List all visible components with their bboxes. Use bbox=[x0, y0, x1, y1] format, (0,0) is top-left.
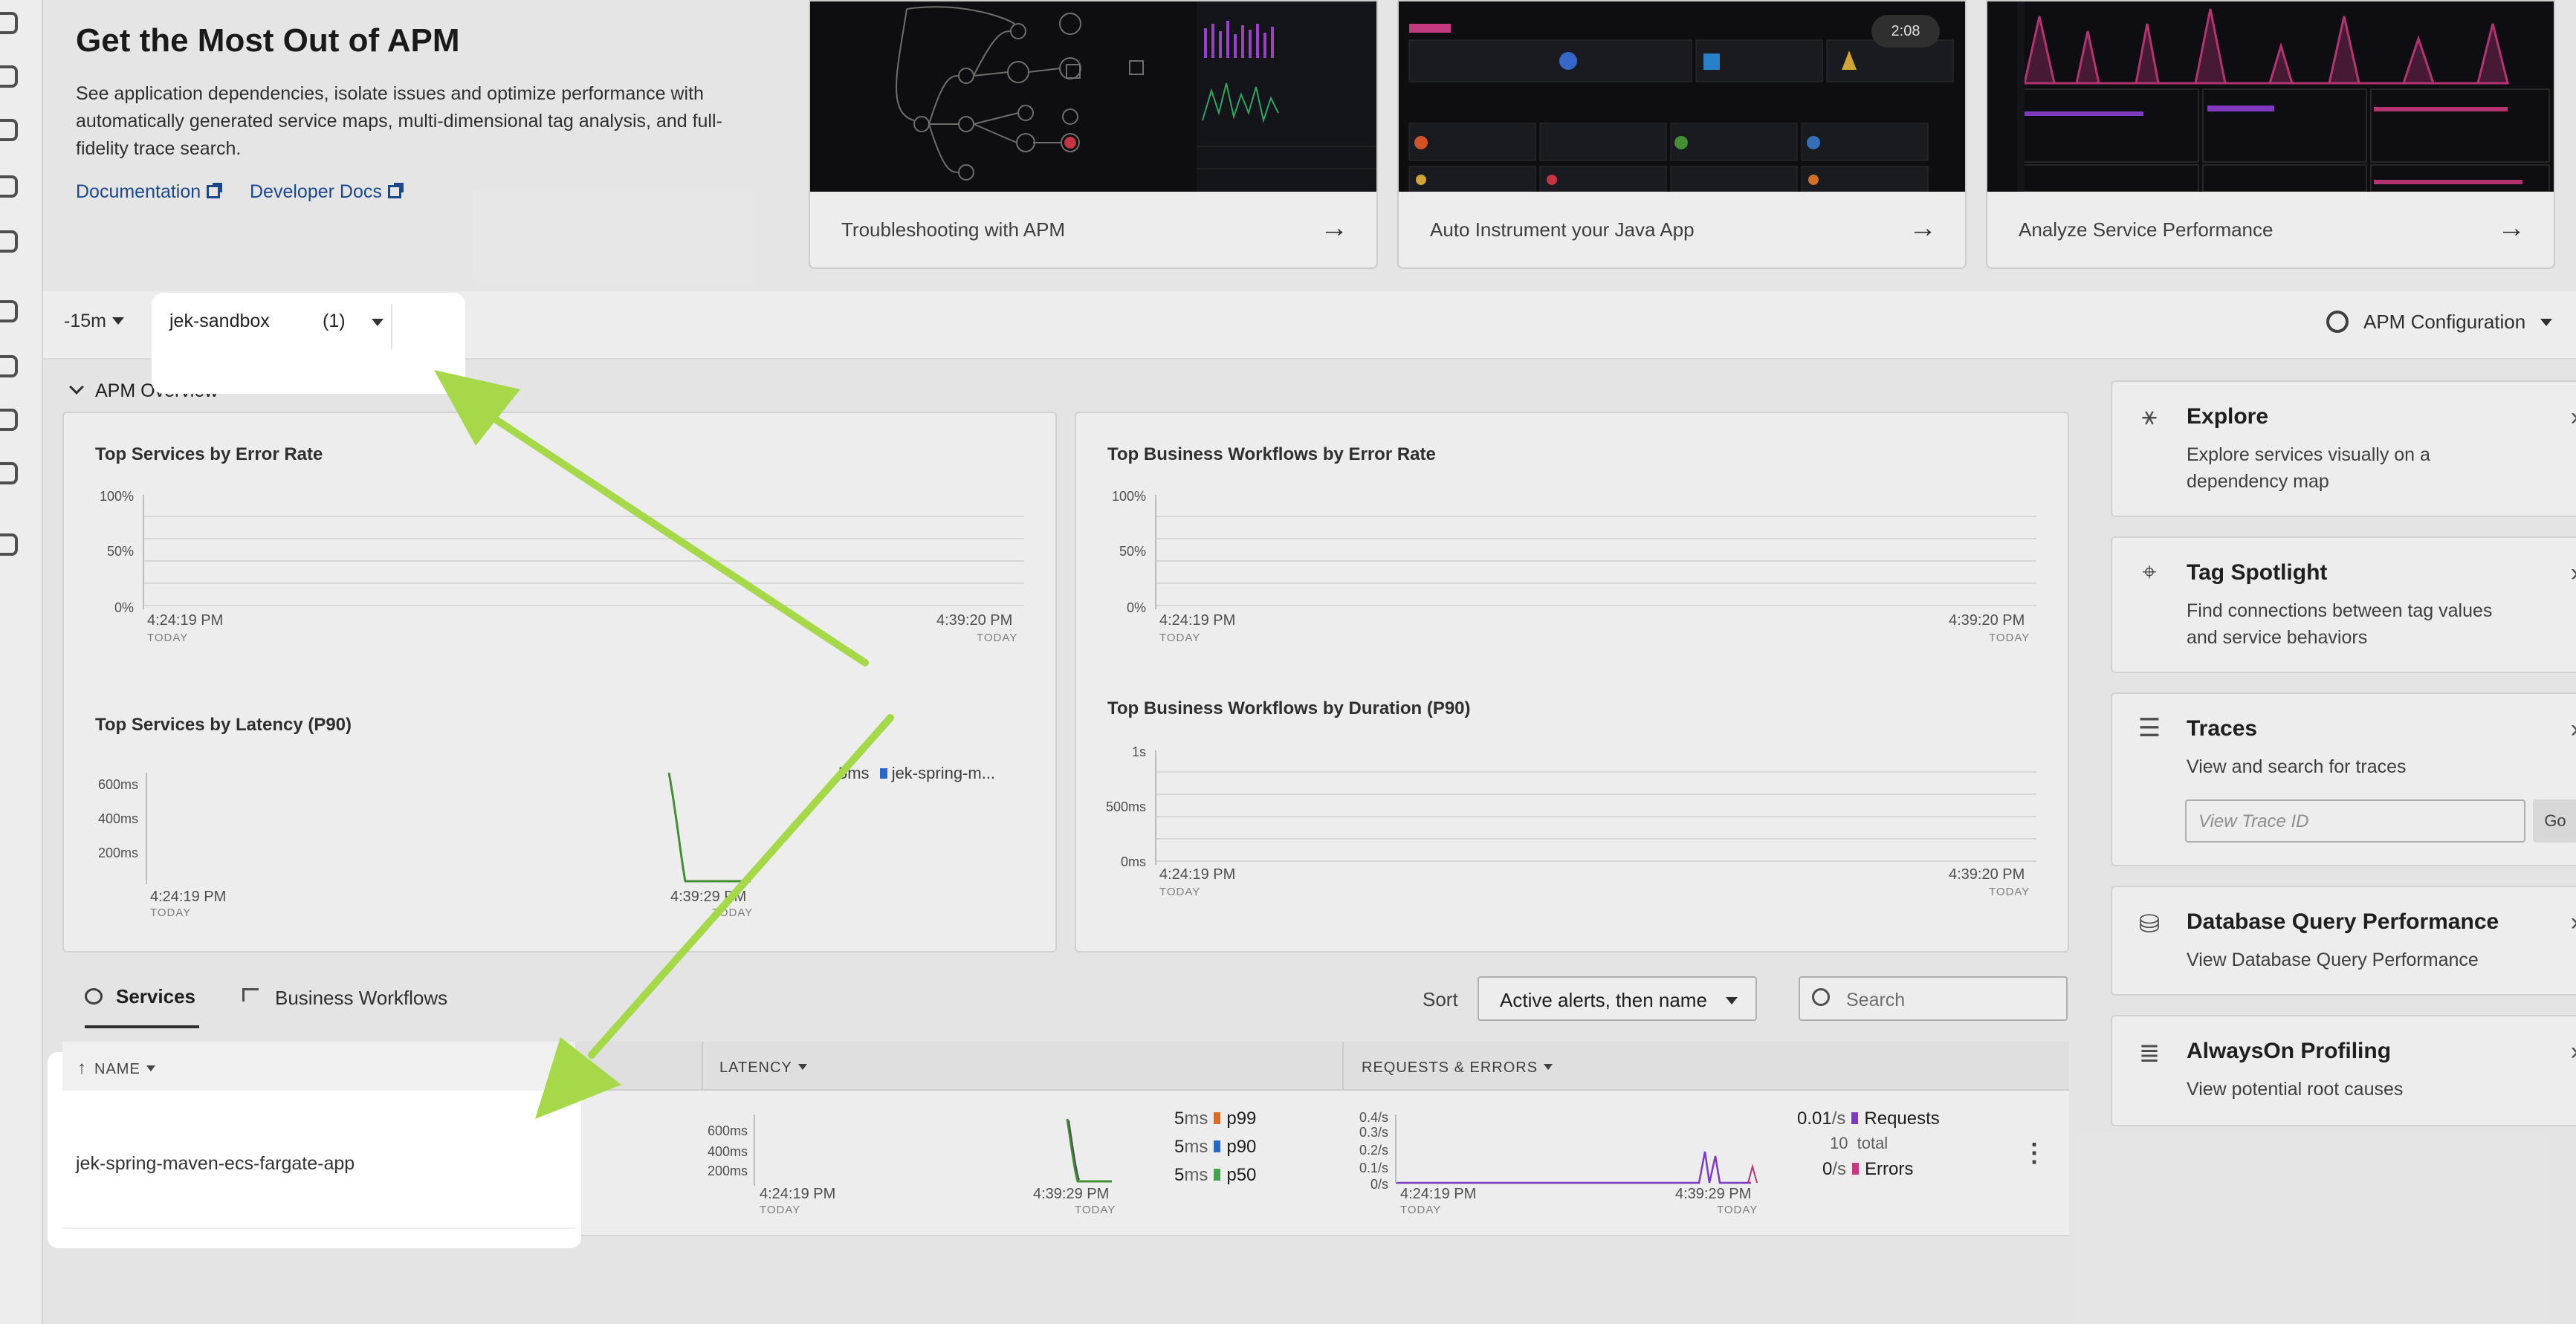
tutorial-arrows bbox=[434, 370, 894, 1119]
